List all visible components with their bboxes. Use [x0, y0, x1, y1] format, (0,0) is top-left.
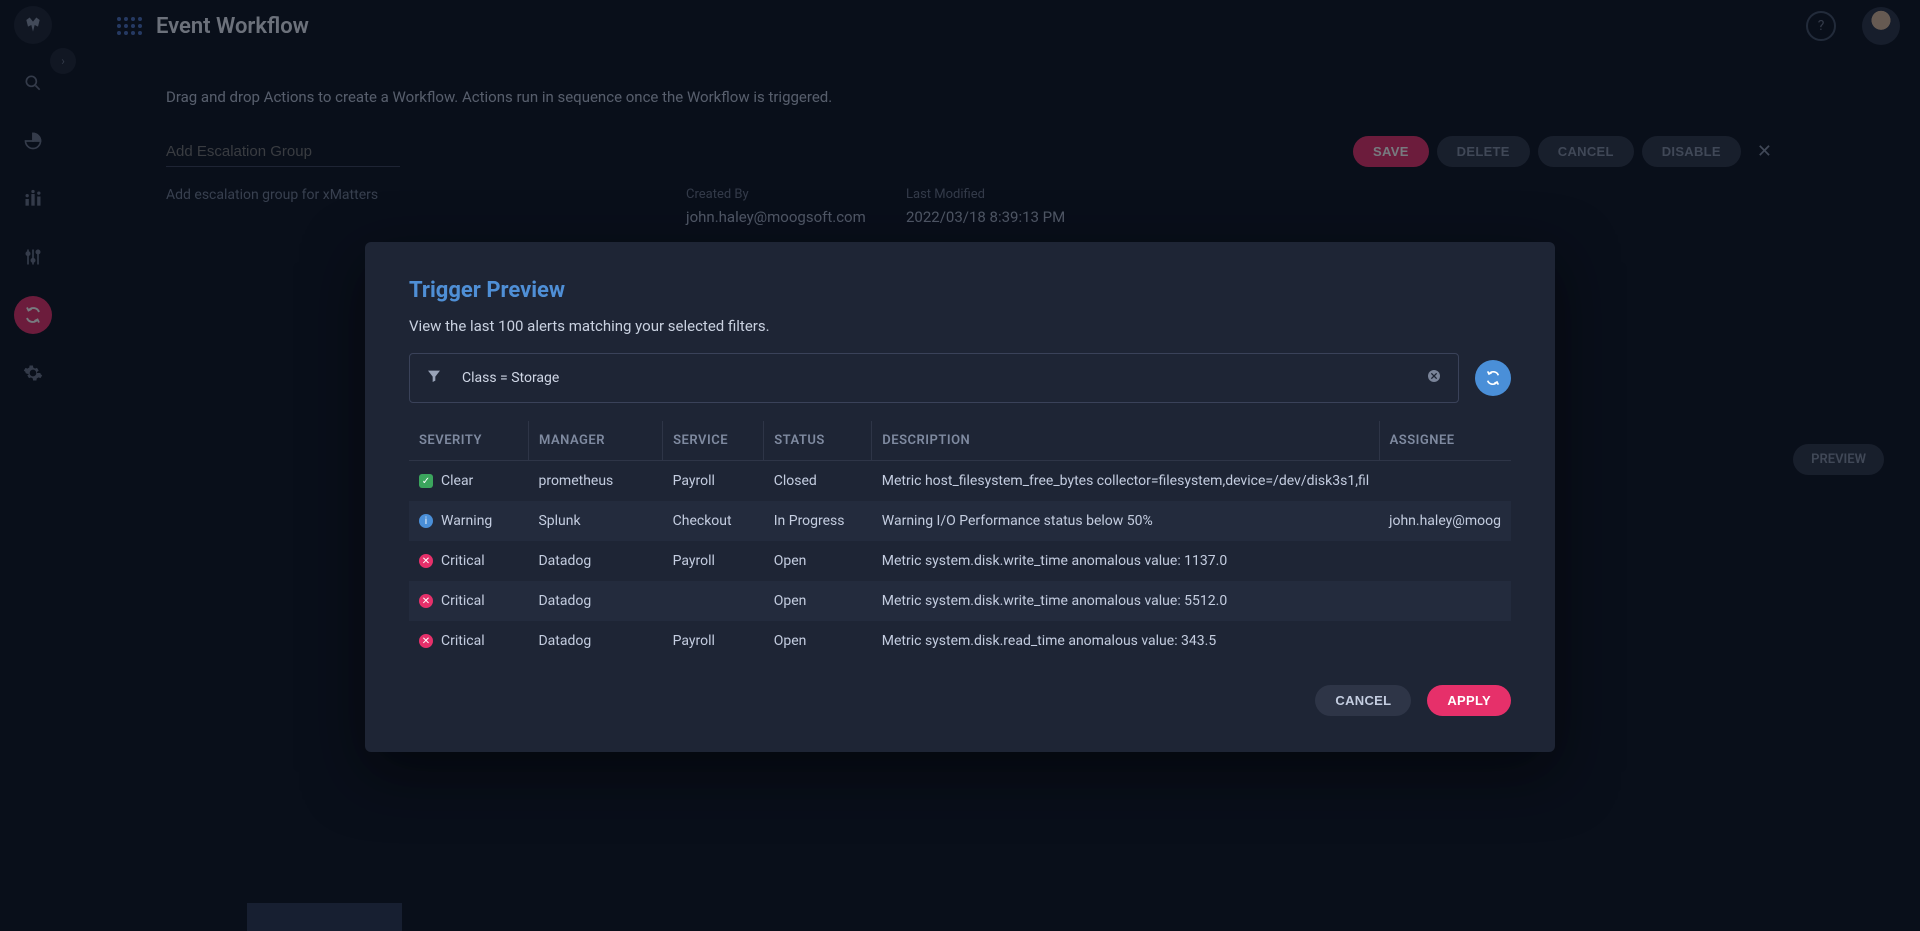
col-service[interactable]: SERVICE — [663, 421, 764, 461]
cell-status: In Progress — [764, 501, 872, 541]
cell-manager: prometheus — [528, 461, 662, 502]
severity-label: Warning — [441, 513, 492, 529]
severity-icon: i — [419, 514, 433, 528]
cell-service — [663, 581, 764, 621]
modal-backdrop: Trigger Preview View the last 100 alerts… — [0, 0, 1920, 931]
cell-assignee: john.haley@moog — [1379, 501, 1511, 541]
cell-description: Warning I/O Performance status below 50% — [872, 501, 1379, 541]
col-status[interactable]: STATUS — [764, 421, 872, 461]
refresh-button[interactable] — [1475, 360, 1511, 396]
cell-description: Metric system.disk.read_time anomalous v… — [872, 621, 1379, 661]
severity-label: Critical — [441, 553, 485, 569]
severity-label: Critical — [441, 633, 485, 649]
cell-description: Metric system.disk.write_time anomalous … — [872, 541, 1379, 581]
cell-status: Open — [764, 581, 872, 621]
cell-status: Open — [764, 541, 872, 581]
filter-box[interactable]: Class = Storage — [409, 353, 1459, 403]
cell-assignee — [1379, 581, 1511, 621]
cell-manager: Datadog — [528, 581, 662, 621]
cell-manager: Datadog — [528, 541, 662, 581]
cell-status: Open — [764, 621, 872, 661]
cell-assignee — [1379, 621, 1511, 661]
trigger-preview-modal: Trigger Preview View the last 100 alerts… — [365, 242, 1555, 752]
modal-subtitle: View the last 100 alerts matching your s… — [409, 317, 1511, 335]
cell-assignee — [1379, 541, 1511, 581]
col-assignee[interactable]: ASSIGNEE — [1379, 421, 1511, 461]
cell-description: Metric system.disk.write_time anomalous … — [872, 581, 1379, 621]
filter-icon — [426, 368, 442, 388]
cell-manager: Splunk — [528, 501, 662, 541]
cell-service: Checkout — [663, 501, 764, 541]
cell-service: Payroll — [663, 541, 764, 581]
cell-service: Payroll — [663, 621, 764, 661]
table-row[interactable]: ✓ Clear prometheusPayrollClosedMetric host… — [409, 461, 1511, 502]
severity-icon: ✕ — [419, 634, 433, 648]
filter-clear-icon[interactable] — [1426, 368, 1442, 388]
table-row[interactable]: ✕ Critical DatadogPayrollOpenMetric system… — [409, 621, 1511, 661]
modal-apply-button[interactable]: APPLY — [1427, 685, 1511, 716]
severity-label: Critical — [441, 593, 485, 609]
cell-description: Metric host_filesystem_free_bytes collec… — [872, 461, 1379, 502]
severity-label: Clear — [441, 473, 473, 489]
filter-text: Class = Storage — [462, 370, 1406, 386]
modal-title: Trigger Preview — [409, 278, 1511, 303]
severity-icon: ✓ — [419, 474, 433, 488]
col-manager[interactable]: MANAGER — [528, 421, 662, 461]
cell-status: Closed — [764, 461, 872, 502]
table-row[interactable]: ✕ Critical Datadog OpenMetric system.disk.w… — [409, 581, 1511, 621]
table-row[interactable]: i Warning SplunkCheckoutIn ProgressWarning… — [409, 501, 1511, 541]
cell-service: Payroll — [663, 461, 764, 502]
table-row[interactable]: ✕ Critical DatadogPayrollOpenMetric system… — [409, 541, 1511, 581]
severity-icon: ✕ — [419, 594, 433, 608]
severity-icon: ✕ — [419, 554, 433, 568]
cell-manager: Datadog — [528, 621, 662, 661]
alerts-table: SEVERITY MANAGER SERVICE STATUS DESCRIPT… — [409, 421, 1511, 661]
modal-cancel-button[interactable]: CANCEL — [1315, 685, 1411, 716]
cell-assignee — [1379, 461, 1511, 502]
col-description[interactable]: DESCRIPTION — [872, 421, 1379, 461]
col-severity[interactable]: SEVERITY — [409, 421, 528, 461]
